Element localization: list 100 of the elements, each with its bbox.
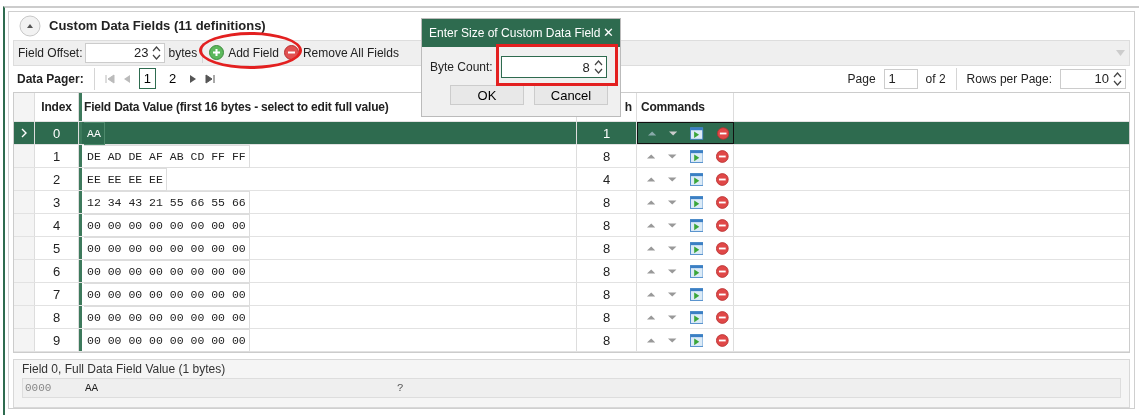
- delete-icon[interactable]: [716, 217, 729, 233]
- delete-icon[interactable]: [716, 125, 729, 141]
- dialog-button[interactable]: OK: [450, 85, 524, 105]
- row-header-cell[interactable]: [14, 306, 35, 329]
- hex-value-field[interactable]: 00 00 00 00 00 00 00 00: [84, 282, 250, 306]
- table-row[interactable]: 9 00 00 00 00 00 00 00 00 8: [14, 329, 1129, 353]
- edit-icon[interactable]: [689, 332, 704, 348]
- move-up-icon[interactable]: [647, 198, 656, 206]
- offset-field[interactable]: 23: [85, 42, 166, 63]
- hex-value-field[interactable]: 00 00 00 00 00 00 00 00: [84, 305, 250, 329]
- table-cell: 5: [35, 237, 79, 260]
- move-down-icon[interactable]: [668, 175, 677, 183]
- spin-arrows-icon[interactable]: [1113, 69, 1122, 88]
- row-header-cell[interactable]: [14, 191, 35, 214]
- previous-page-icon[interactable]: [122, 73, 131, 84]
- table-cell: 3: [35, 191, 79, 214]
- move-up-icon[interactable]: [647, 290, 656, 298]
- move-up-icon[interactable]: [647, 313, 656, 321]
- edit-icon[interactable]: [689, 194, 704, 210]
- add-field-button[interactable]: Add Field: [208, 45, 280, 61]
- table-row[interactable]: 4 00 00 00 00 00 00 00 00 8: [14, 214, 1129, 238]
- move-down-icon[interactable]: [668, 244, 677, 252]
- field-label: Byte Count:: [430, 60, 493, 74]
- hex-value-field[interactable]: EE EE EE EE: [84, 167, 167, 191]
- remove-all-button[interactable]: Remove All Fields: [282, 45, 400, 61]
- delete-icon[interactable]: [716, 171, 729, 187]
- move-down-icon[interactable]: [668, 221, 677, 229]
- spin-arrows-icon[interactable]: [152, 43, 162, 62]
- hex-value-field[interactable]: 00 00 00 00 00 00 00 00: [84, 328, 250, 352]
- move-down-icon[interactable]: [668, 290, 677, 298]
- move-down-icon[interactable]: [668, 336, 677, 344]
- edit-icon[interactable]: [689, 286, 704, 302]
- move-down-icon[interactable]: [668, 152, 677, 160]
- move-down-icon[interactable]: [668, 313, 677, 321]
- hex-value-field[interactable]: 00 00 00 00 00 00 00 00: [84, 213, 250, 237]
- rows-label: Rows per Page:: [966, 71, 1052, 86]
- hex-value-field[interactable]: DE AD DE AF AB CD FF FF: [84, 144, 250, 168]
- table-row[interactable]: 0 AA 1: [14, 122, 1129, 146]
- table-row[interactable]: 2 EE EE EE EE 4: [14, 168, 1129, 192]
- delete-icon[interactable]: [716, 194, 729, 210]
- move-down-icon[interactable]: [669, 129, 678, 137]
- row-header-cell[interactable]: [14, 168, 35, 191]
- collapse-button[interactable]: [19, 14, 41, 37]
- next-page-icon[interactable]: [189, 73, 198, 84]
- dialog-button[interactable]: Cancel: [534, 85, 608, 105]
- rows-field[interactable]: 10: [1060, 68, 1126, 89]
- hex-value-field[interactable]: 00 00 00 00 00 00 00 00: [84, 259, 250, 283]
- delete-icon[interactable]: [716, 309, 729, 325]
- page-button[interactable]: 1: [138, 68, 156, 90]
- row-header-cell[interactable]: [14, 283, 35, 306]
- table-row[interactable]: 7 00 00 00 00 00 00 00 00 8: [14, 283, 1129, 307]
- last-page-icon[interactable]: [205, 73, 216, 84]
- spin-arrows-icon[interactable]: [593, 58, 603, 76]
- move-up-icon[interactable]: [647, 267, 656, 275]
- move-up-icon[interactable]: [647, 152, 656, 160]
- column-header[interactable]: Commands: [637, 93, 734, 122]
- move-up-icon[interactable]: [647, 175, 656, 183]
- table-row[interactable]: 1 DE AD DE AF AB CD FF FF 8: [14, 145, 1129, 169]
- page-field[interactable]: 1: [883, 68, 918, 89]
- move-up-icon[interactable]: [647, 221, 656, 229]
- table-cell: 8: [577, 329, 637, 352]
- first-page-icon[interactable]: [104, 73, 115, 84]
- edit-icon[interactable]: [690, 125, 704, 141]
- row-indicator-icon[interactable]: [21, 128, 27, 139]
- table-row[interactable]: 3 12 34 43 21 55 66 55 66 8: [14, 191, 1129, 215]
- delete-icon[interactable]: [716, 148, 729, 164]
- delete-icon[interactable]: [716, 240, 729, 256]
- move-up-icon[interactable]: [648, 129, 657, 137]
- table-row[interactable]: 6 00 00 00 00 00 00 00 00 8: [14, 260, 1129, 284]
- edit-icon[interactable]: [689, 263, 704, 279]
- row-header-cell[interactable]: [14, 237, 35, 260]
- edit-icon[interactable]: [689, 148, 704, 164]
- page-button[interactable]: 2: [163, 68, 182, 90]
- move-down-icon[interactable]: [668, 267, 677, 275]
- edit-icon[interactable]: [689, 240, 704, 256]
- hex-value-field[interactable]: 00 00 00 00 00 00 00 00: [84, 236, 250, 260]
- table-cell: 0: [35, 122, 79, 145]
- move-up-icon[interactable]: [647, 244, 656, 252]
- hex-value-field[interactable]: AA: [84, 121, 105, 145]
- row-header-cell[interactable]: [14, 329, 35, 352]
- minus-icon[interactable]: [283, 45, 299, 61]
- column-header[interactable]: Index: [35, 93, 79, 122]
- byte-count-field[interactable]: 8: [500, 56, 607, 78]
- row-header-cell[interactable]: [14, 214, 35, 237]
- move-up-icon[interactable]: [647, 336, 656, 344]
- table-row[interactable]: 8 00 00 00 00 00 00 00 00 8: [14, 306, 1129, 330]
- row-header-cell[interactable]: [14, 260, 35, 283]
- delete-icon[interactable]: [716, 286, 729, 302]
- edit-icon[interactable]: [689, 171, 704, 187]
- table-cell: 8: [577, 283, 637, 306]
- plus-icon[interactable]: [209, 45, 225, 61]
- close-button[interactable]: ✕: [603, 25, 614, 41]
- row-header-cell[interactable]: [14, 145, 35, 168]
- hex-value-field[interactable]: 12 34 43 21 55 66 55 66: [84, 190, 250, 214]
- delete-icon[interactable]: [716, 332, 729, 348]
- table-row[interactable]: 5 00 00 00 00 00 00 00 00 8: [14, 237, 1129, 261]
- move-down-icon[interactable]: [668, 198, 677, 206]
- edit-icon[interactable]: [689, 309, 704, 325]
- edit-icon[interactable]: [689, 217, 704, 233]
- delete-icon[interactable]: [716, 263, 729, 279]
